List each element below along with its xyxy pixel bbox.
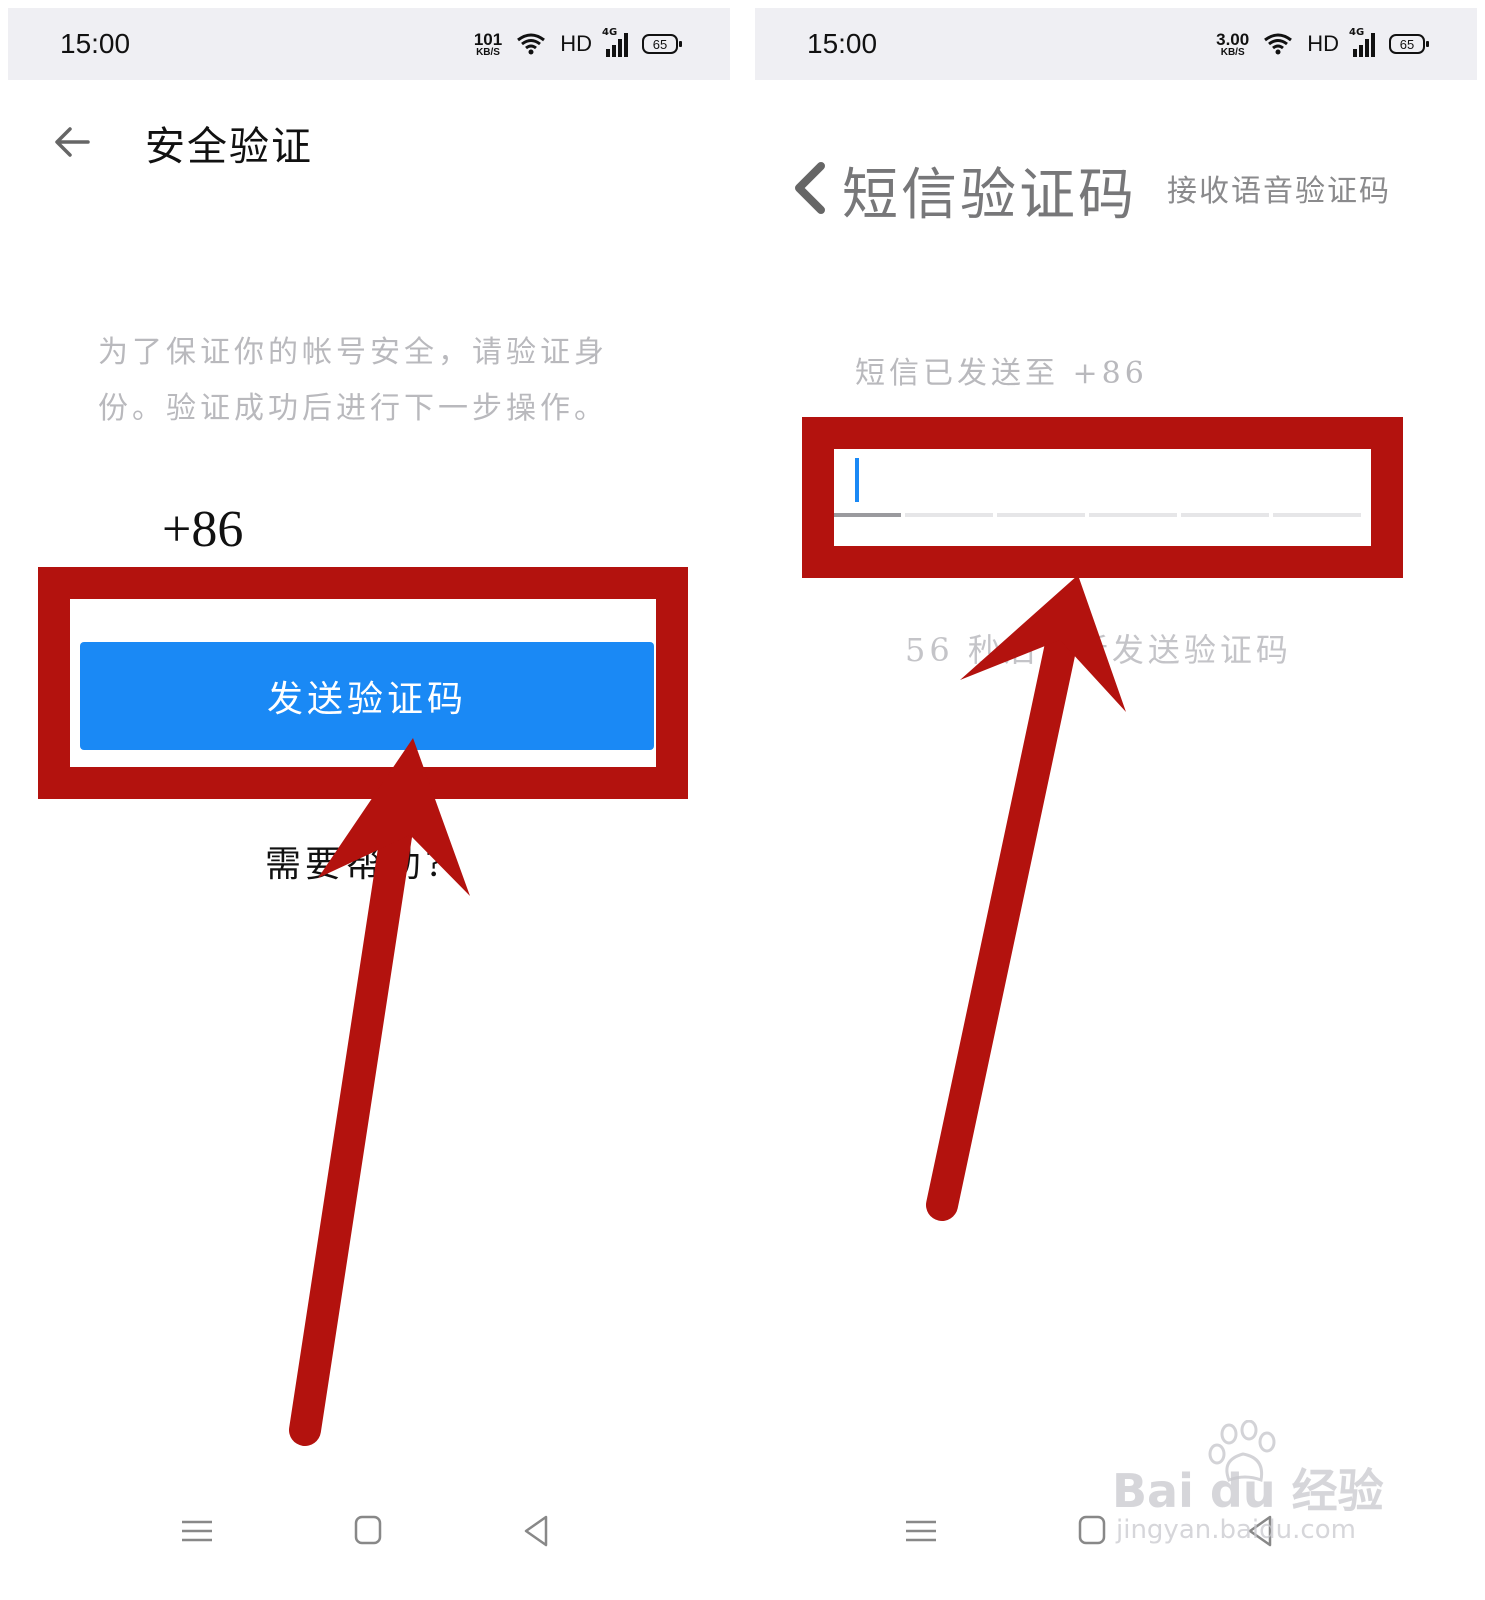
status-bar: 15:00 101 KB/S HD 4G 65 xyxy=(8,8,730,80)
panel-divider xyxy=(738,0,747,1600)
voice-code-link[interactable]: 接收语音验证码 xyxy=(1167,166,1391,210)
home-icon[interactable] xyxy=(1072,1514,1112,1548)
network-speed-unit: KB/S xyxy=(476,46,500,58)
chevron-left-icon[interactable] xyxy=(787,158,833,218)
sms-sent-notice: 短信已发送至 +86 xyxy=(855,356,1148,391)
status-time: 15:00 xyxy=(60,28,131,59)
battery-icon: 65 xyxy=(1389,34,1429,54)
battery-icon: 65 xyxy=(642,34,682,54)
hd-indicator: HD xyxy=(1307,31,1339,56)
watermark-url: jingyan.baidu.com xyxy=(1116,1515,1356,1545)
home-icon[interactable] xyxy=(348,1514,388,1548)
network-speed: 3.00 KB/S xyxy=(1216,31,1249,58)
signal-icon: 4G xyxy=(602,27,628,57)
network-speed-value: 3.00 xyxy=(1216,29,1250,49)
page-title: 短信验证码 xyxy=(842,163,1137,228)
phone-country-code: +86 xyxy=(162,501,244,558)
signal-icon: 4G xyxy=(1349,27,1375,57)
network-speed-value: 101 xyxy=(473,29,503,49)
status-icons: 3.00 KB/S HD 4G 65 xyxy=(1216,27,1429,58)
resend-countdown: 56 秒后重新发送验证码 xyxy=(905,631,1292,669)
status-time: 15:00 xyxy=(807,28,878,59)
wifi-icon xyxy=(1264,33,1293,55)
left-screen: 15:00 101 KB/S HD 4G 65 安全验证 为了保证你的帐号安全，… xyxy=(0,0,738,1600)
right-screen: 15:00 3.00 KB/S HD 4G 65 短信验证码 接收语音验证码 短… xyxy=(747,0,1485,1600)
back-triangle-icon[interactable] xyxy=(518,1514,558,1548)
menu-icon[interactable] xyxy=(902,1514,942,1548)
baidu-watermark: Bai du 经验 jingyan.baidu.com xyxy=(1112,1420,1402,1550)
navigation-bar xyxy=(0,1500,738,1560)
network-speed-unit: KB/S xyxy=(1220,46,1245,58)
highlight-box-send-button xyxy=(38,567,688,799)
verification-description: 为了保证你的帐号安全，请验证身份。验证成功后进行下一步操作。 xyxy=(98,335,608,426)
hd-indicator: HD xyxy=(560,31,592,56)
network-speed: 101 KB/S xyxy=(474,31,502,58)
page-title: 安全验证 xyxy=(145,124,313,170)
watermark-brand: Bai du 经验 xyxy=(1112,1464,1384,1518)
back-arrow-icon[interactable] xyxy=(50,120,94,164)
network-type: 4G xyxy=(602,27,618,38)
help-link[interactable]: 需要帮助? xyxy=(265,835,448,887)
highlight-box-code-input xyxy=(802,417,1403,578)
battery-level: 65 xyxy=(652,36,668,52)
status-icons: 101 KB/S HD 4G 65 xyxy=(474,27,682,58)
status-bar: 15:00 3.00 KB/S HD 4G 65 xyxy=(755,8,1477,80)
network-type: 4G xyxy=(1349,27,1365,38)
wifi-icon xyxy=(517,33,546,55)
menu-icon[interactable] xyxy=(178,1514,218,1548)
battery-level: 65 xyxy=(1399,36,1415,52)
